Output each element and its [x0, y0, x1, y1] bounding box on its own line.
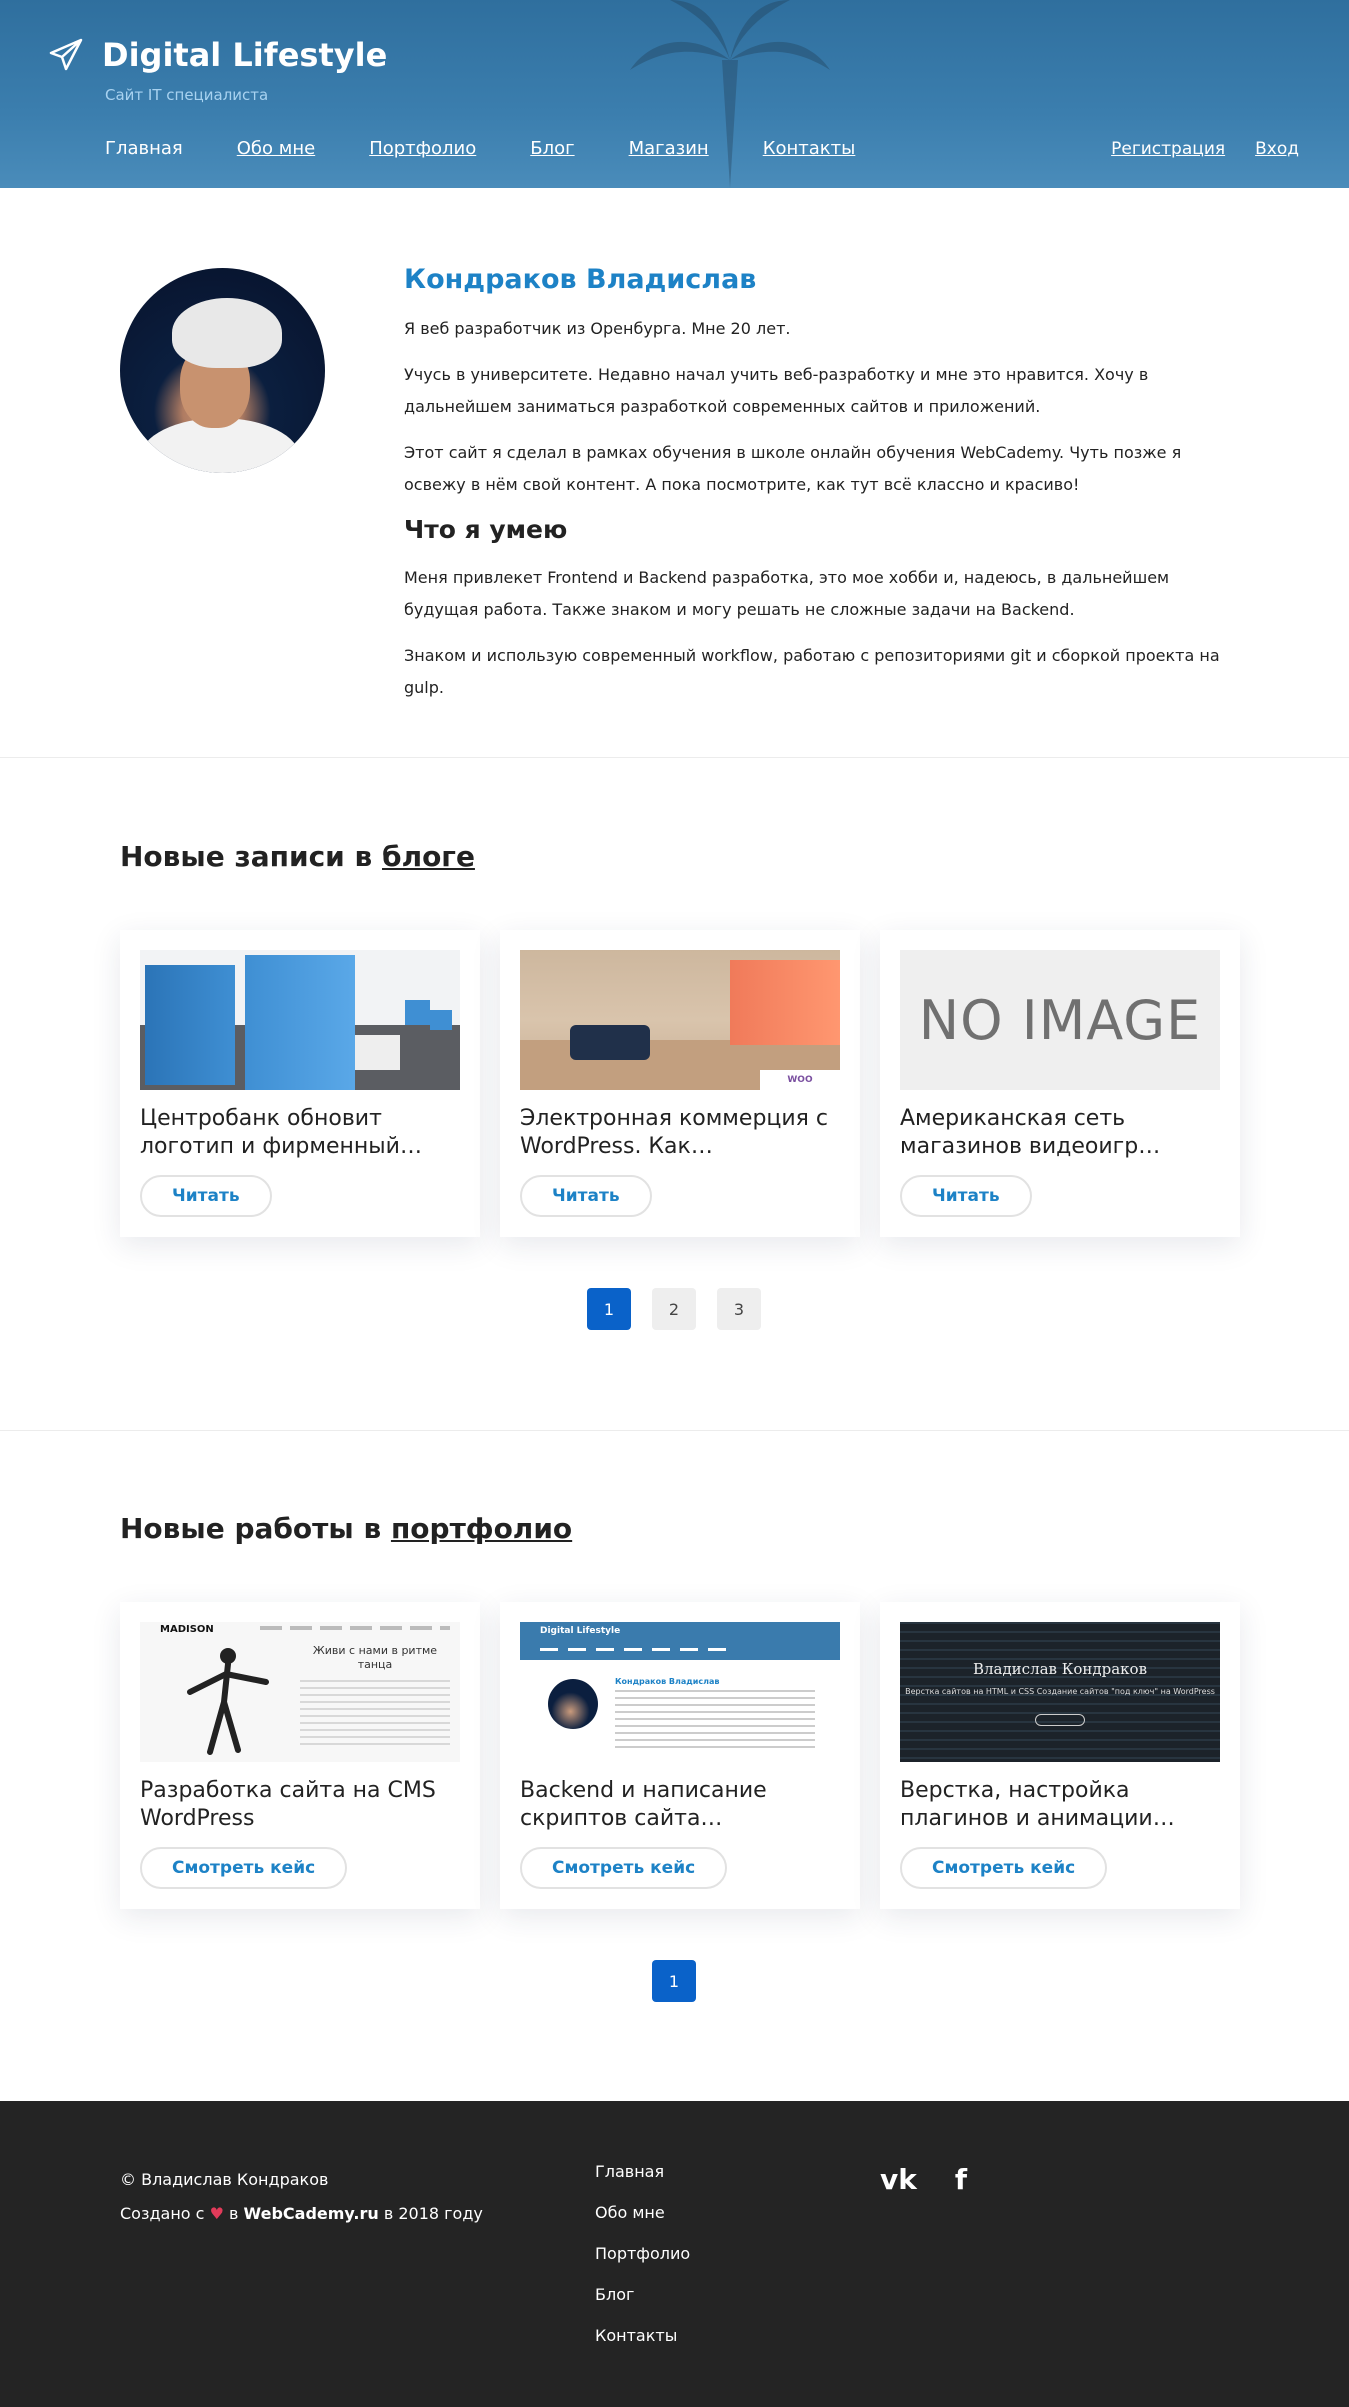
read-button[interactable]: Читать: [900, 1175, 1032, 1217]
blog-card[interactable]: Центробанк обновит логотип и фирменный… …: [120, 930, 480, 1237]
main-nav: Главная Обо мне Портфолио Блог Магазин К…: [105, 138, 909, 159]
login-link[interactable]: Вход: [1255, 139, 1299, 159]
page-button[interactable]: 1: [652, 1960, 696, 2002]
footer-nav-contacts[interactable]: Контакты: [595, 2321, 690, 2362]
portfolio-thumb[interactable]: Digital Lifestyle Кондраков Владислав: [520, 1622, 840, 1762]
palm-tree-background: [630, 0, 830, 188]
portfolio-pagination: 1: [652, 1960, 717, 2002]
social-links: vk f: [880, 2163, 1005, 2196]
dancer-figure: [187, 1648, 269, 1755]
about-paragraph: Я веб разработчик из Оренбурга. Мне 20 л…: [404, 319, 791, 338]
portfolio-section: Новые работы в портфолио MADISON Живи с …: [0, 1432, 1349, 2101]
footer-nav-home[interactable]: Главная: [595, 2157, 690, 2198]
blog-card[interactable]: NO IMAGE Американская сеть магазинов вид…: [880, 930, 1240, 1237]
blog-pagination: 1 2 3: [587, 1288, 782, 1330]
facebook-icon[interactable]: f: [955, 2163, 967, 2196]
blog-card[interactable]: WOO COMMERCE Электронная коммерция с Wor…: [500, 930, 860, 1237]
nav-shop[interactable]: Магазин: [629, 138, 709, 159]
vk-icon[interactable]: vk: [880, 2163, 917, 2196]
webcademy-link[interactable]: WebCademy.ru: [244, 2204, 379, 2223]
about-section: Кондраков Владислав Я веб разработчик из…: [0, 188, 1349, 758]
portfolio-card-title[interactable]: Backend и написание скриптов сайта…: [520, 1777, 840, 1833]
portfolio-card-title[interactable]: Разработка сайта на CMS WordPress: [140, 1777, 460, 1833]
portfolio-thumb[interactable]: MADISON Живи с нами в ритме танца: [140, 1622, 460, 1762]
view-case-button[interactable]: Смотреть кейс: [900, 1847, 1108, 1889]
about-text: Кондраков Владислав Я веб разработчик из…: [404, 264, 1234, 718]
blog-thumb[interactable]: [140, 950, 460, 1090]
nav-blog[interactable]: Блог: [530, 138, 574, 159]
footer-nav: Главная Обо мне Портфолио Блог Контакты: [595, 2157, 690, 2362]
copyright-text: © Владислав Кондраков: [120, 2170, 329, 2189]
portfolio-card-title[interactable]: Верстка, настройка плагинов и анимации…: [900, 1777, 1220, 1833]
blog-thumb-placeholder[interactable]: NO IMAGE: [900, 950, 1220, 1090]
portfolio-card[interactable]: MADISON Живи с нами в ритме танца Разраб…: [120, 1602, 480, 1909]
nav-home[interactable]: Главная: [105, 138, 183, 159]
avatar: [120, 268, 325, 473]
read-button[interactable]: Читать: [140, 1175, 272, 1217]
footer-nav-about[interactable]: Обо мне: [595, 2198, 690, 2239]
view-case-button[interactable]: Смотреть кейс: [520, 1847, 728, 1889]
footer-nav-blog[interactable]: Блог: [595, 2280, 690, 2321]
author-name: Кондраков Владислав: [404, 264, 757, 295]
nav-contacts[interactable]: Контакты: [763, 138, 856, 159]
site-footer: © Владислав Кондраков Создано с ♥ в WebC…: [0, 2101, 1349, 2407]
tagline: Сайт IT специалиста: [105, 86, 269, 104]
about-paragraph: Этот сайт я сделал в рамках обучения в ш…: [404, 443, 1182, 494]
register-link[interactable]: Регистрация: [1111, 139, 1225, 159]
blog-cards: Центробанк обновит логотип и фирменный… …: [120, 930, 1240, 1237]
view-case-button[interactable]: Смотреть кейс: [140, 1847, 348, 1889]
footer-nav-portfolio[interactable]: Портфолио: [595, 2239, 690, 2280]
about-paragraph: Учусь в университете. Недавно начал учит…: [404, 365, 1149, 416]
site-header: Digital Lifestyle Сайт IT специалиста Гл…: [0, 0, 1349, 188]
portfolio-section-title: Новые работы в портфолио: [120, 1512, 573, 1545]
portfolio-card[interactable]: Digital Lifestyle Кондраков Владислав Ba…: [500, 1602, 860, 1909]
blog-card-title[interactable]: Американская сеть магазинов видеоигр…: [900, 1105, 1220, 1161]
blog-card-title[interactable]: Центробанк обновит логотип и фирменный…: [140, 1105, 460, 1161]
page-button[interactable]: 2: [652, 1288, 696, 1330]
paper-plane-icon: [49, 38, 83, 71]
blog-thumb[interactable]: WOO COMMERCE: [520, 950, 840, 1090]
skills-paragraph: Знаком и использую современный workflow,…: [404, 646, 1220, 697]
nav-about[interactable]: Обо мне: [237, 138, 315, 159]
nav-portfolio[interactable]: Портфолио: [369, 138, 476, 159]
page-button[interactable]: 3: [717, 1288, 761, 1330]
portfolio-thumb[interactable]: Владислав Кондраков Верстка сайтов на HT…: [900, 1622, 1220, 1762]
portfolio-link[interactable]: портфолио: [391, 1512, 572, 1545]
skills-paragraph: Меня привлекет Frontend и Backend разраб…: [404, 568, 1170, 619]
auth-links: Регистрация Вход: [1081, 139, 1299, 159]
created-with-text: Создано с ♥ в WebCademy.ru в 2018 году: [120, 2204, 483, 2223]
portfolio-card[interactable]: Владислав Кондраков Верстка сайтов на HT…: [880, 1602, 1240, 1909]
read-button[interactable]: Читать: [520, 1175, 652, 1217]
blog-section: Новые записи в блоге Центробанк обновит …: [0, 758, 1349, 1431]
portfolio-cards: MADISON Живи с нами в ритме танца Разраб…: [120, 1602, 1240, 1909]
blog-link[interactable]: блоге: [382, 840, 475, 873]
heart-icon: ♥: [209, 2204, 224, 2223]
page-button[interactable]: 1: [587, 1288, 631, 1330]
footer-copyright: © Владислав Кондраков Создано с ♥ в WebC…: [120, 2163, 483, 2231]
blog-card-title[interactable]: Электронная коммерция с WordPress. Как…: [520, 1105, 840, 1161]
blog-section-title: Новые записи в блоге: [120, 840, 475, 873]
skills-title: Что я умею: [404, 515, 568, 544]
brand[interactable]: Digital Lifestyle: [48, 36, 387, 74]
brand-title: Digital Lifestyle: [102, 36, 388, 74]
